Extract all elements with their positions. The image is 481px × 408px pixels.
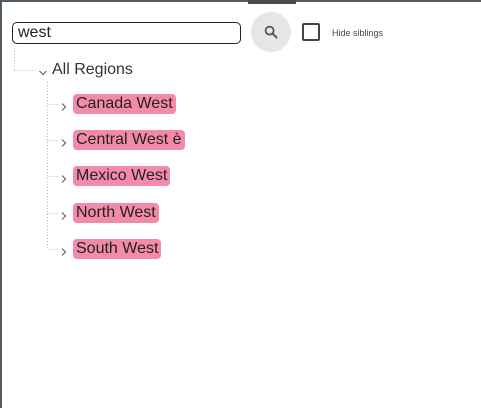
tree-node-all-regions[interactable]: All Regions: [38, 60, 133, 80]
chevron-right-icon[interactable]: [59, 171, 69, 183]
hide-siblings-checkbox[interactable]: [302, 23, 320, 41]
tree-node-mexico-west[interactable]: Mexico West: [59, 166, 171, 186]
chevron-right-icon[interactable]: [59, 99, 69, 111]
search-input[interactable]: [12, 22, 241, 44]
hide-siblings-label: Hide siblings: [332, 28, 384, 38]
tree-node-label: Central West è: [73, 130, 185, 150]
chevron-right-icon[interactable]: [59, 135, 69, 147]
window-frame-top: [0, 0, 481, 2]
chevron-down-icon[interactable]: [38, 65, 48, 76]
chevron-right-icon[interactable]: [59, 244, 69, 256]
tree-node-canada-west[interactable]: Canada West: [59, 94, 176, 114]
window-frame-left: [0, 0, 2, 408]
tree-node-label: South West: [73, 239, 162, 259]
search-icon: [264, 25, 278, 39]
tree-node-north-west[interactable]: North West: [59, 203, 159, 223]
tree-node-label: Mexico West: [73, 166, 171, 186]
search-button[interactable]: [251, 12, 291, 52]
tree-node-label: Canada West: [73, 94, 176, 114]
tree-node-label: North West: [73, 203, 159, 223]
window-tab-indicator: [248, 0, 296, 4]
chevron-right-icon[interactable]: [59, 208, 69, 220]
tree-node-central-west[interactable]: Central West è: [59, 130, 185, 150]
tree-node-south-west[interactable]: South West: [59, 239, 162, 259]
tree-node-label: All Regions: [52, 61, 133, 78]
